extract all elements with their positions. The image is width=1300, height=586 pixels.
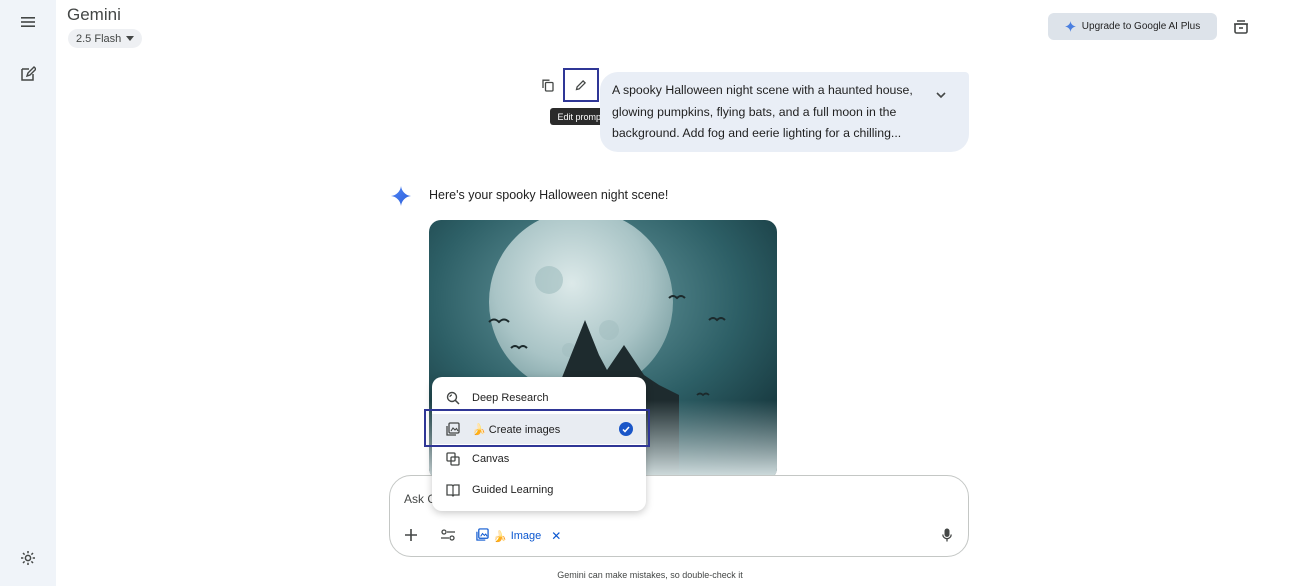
add-icon[interactable] xyxy=(400,524,422,546)
chevron-down-icon[interactable] xyxy=(932,86,950,104)
menu-item-label-group: 🍌 Create images xyxy=(472,423,560,436)
image-mode-icon xyxy=(476,528,489,544)
menu-item-create-images[interactable]: 🍌 Create images xyxy=(432,414,646,444)
image-chip-label: Image xyxy=(510,530,542,542)
user-prompt-bubble: A spooky Halloween night scene with a ha… xyxy=(600,72,969,152)
close-icon[interactable]: ✕ xyxy=(551,529,561,543)
menu-item-guided-learning[interactable]: Guided Learning xyxy=(432,475,646,505)
guided-learning-icon xyxy=(445,482,461,498)
menu-item-label: Canvas xyxy=(472,453,510,465)
check-icon xyxy=(619,422,633,436)
menu-item-label: Create images xyxy=(488,423,561,436)
tools-icon[interactable] xyxy=(437,524,459,546)
microphone-icon[interactable] xyxy=(936,524,958,546)
sparkle-icon xyxy=(1064,21,1076,32)
menu-item-label: Deep Research xyxy=(472,392,549,404)
banana-emoji: 🍌 xyxy=(472,423,486,436)
upgrade-label: Upgrade to Google AI Plus xyxy=(1081,21,1201,32)
edit-prompt-button[interactable] xyxy=(563,68,599,102)
new-chat-icon[interactable] xyxy=(14,60,42,88)
banana-emoji: 🍌 xyxy=(493,530,507,543)
model-selector-label: 2.5 Flash xyxy=(76,32,122,45)
menu-icon[interactable] xyxy=(14,8,42,36)
canvas-icon xyxy=(445,451,461,467)
caret-down-icon xyxy=(126,36,135,41)
pencil-icon xyxy=(575,79,587,91)
menu-item-canvas[interactable]: Canvas xyxy=(432,444,646,474)
image-mode-chip[interactable]: 🍌 Image ✕ xyxy=(476,525,561,547)
menu-item-label: Guided Learning xyxy=(472,484,554,496)
model-selector[interactable]: 2.5 Flash xyxy=(68,29,143,48)
menu-item-deep-research[interactable]: Deep Research xyxy=(432,383,646,413)
gemini-sparkle-icon xyxy=(391,186,411,206)
temporary-chat-icon[interactable] xyxy=(1230,16,1252,38)
tools-menu: Deep Research 🍌 Create images Canvas Gui… xyxy=(432,377,646,511)
user-prompt-text: A spooky Halloween night scene with a ha… xyxy=(612,83,913,140)
side-rail xyxy=(0,0,56,586)
settings-icon[interactable] xyxy=(14,544,42,572)
disclaimer: Gemini can make mistakes, so double-chec… xyxy=(557,570,743,580)
create-images-icon xyxy=(445,421,461,437)
deep-research-icon xyxy=(445,390,461,406)
copy-icon[interactable] xyxy=(538,75,558,95)
app-title: Gemini xyxy=(67,5,121,24)
upgrade-button[interactable]: Upgrade to Google AI Plus xyxy=(1048,13,1217,40)
response-text: Here's your spooky Halloween night scene… xyxy=(429,188,669,202)
